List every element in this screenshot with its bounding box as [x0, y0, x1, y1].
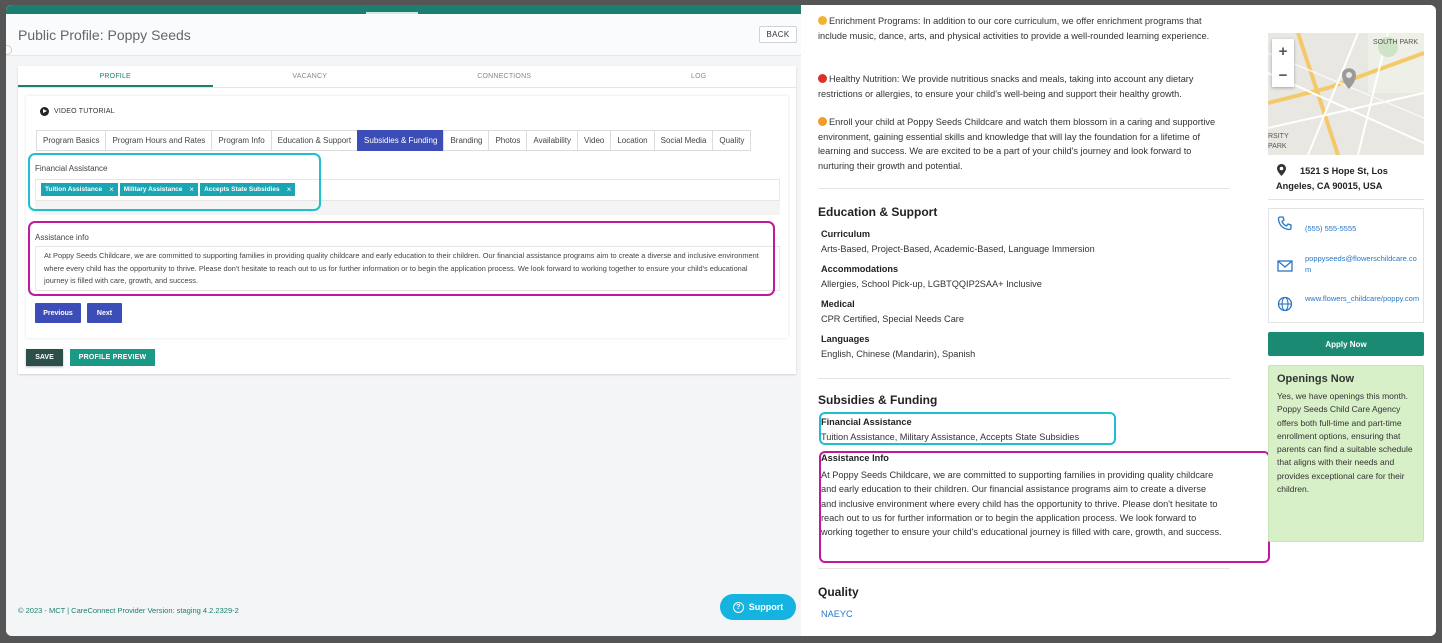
map-label-south-park: SOUTH PARK: [1373, 39, 1418, 46]
enrichment-text: Enrichment Programs: In addition to our …: [818, 16, 1210, 41]
phone-icon: [1277, 216, 1292, 231]
medical-value: CPR Certified, Special Needs Care: [821, 314, 964, 324]
help-icon: ?: [732, 601, 744, 613]
phone-link[interactable]: (555) 555-5555: [1305, 223, 1421, 234]
openings-title: Openings Now: [1277, 373, 1354, 385]
zoom-out-icon[interactable]: −: [1279, 67, 1288, 84]
subsidies-funding-heading: Subsidies & Funding: [818, 393, 938, 407]
location-map[interactable]: SOUTH PARK RSITY PARK + −: [1268, 33, 1424, 155]
tab-program-basics[interactable]: Program Basics: [36, 130, 106, 151]
tab-photos[interactable]: Photos: [488, 130, 527, 151]
profile-form: VIDEO TUTORIAL Program Basics Program Ho…: [26, 96, 788, 338]
tab-social-media[interactable]: Social Media: [653, 130, 713, 151]
financial-assistance-highlight: [819, 412, 1116, 445]
financial-assistance-highlight: [28, 153, 321, 211]
tab-program-hours-rates[interactable]: Program Hours and Rates: [105, 130, 212, 151]
curriculum-value: Arts-Based, Project-Based, Academic-Base…: [821, 244, 1095, 254]
languages-value: English, Chinese (Mandarin), Spanish: [821, 349, 976, 359]
enroll-text: Enroll your child at Poppy Seeds Childca…: [818, 117, 1216, 171]
enroll-paragraph: Enroll your child at Poppy Seeds Childca…: [818, 115, 1220, 173]
play-icon: [40, 107, 49, 116]
section-tabs: Program Basics Program Hours and Rates P…: [36, 130, 752, 151]
email-link[interactable]: poppyseeds@flowerschildcare.com: [1305, 253, 1421, 275]
tab-availability[interactable]: Availability: [526, 130, 578, 151]
tab-video[interactable]: Video: [577, 130, 611, 151]
divider: [818, 188, 1230, 189]
tab-profile[interactable]: PROFILE: [18, 66, 213, 87]
next-button[interactable]: Next: [87, 303, 122, 323]
nutrition-text: Healthy Nutrition: We provide nutritious…: [818, 74, 1194, 99]
accommodations-label: Accommodations: [821, 264, 899, 274]
tab-program-info[interactable]: Program Info: [211, 130, 271, 151]
accommodations-value: Allergies, School Pick-up, LGBTQQIP2SAA+…: [821, 279, 1042, 289]
star-icon: [818, 117, 827, 126]
back-button[interactable]: BACK: [759, 26, 797, 43]
divider: [818, 378, 1230, 379]
apply-now-button[interactable]: Apply Now: [1268, 332, 1424, 356]
assistance-info-highlight: [28, 221, 775, 296]
address-text: 1521 S Hope St, Los Angeles, CA 90015, U…: [1276, 166, 1388, 191]
assistance-info-highlight: [819, 451, 1270, 563]
map-label-rsity: RSITY: [1268, 133, 1289, 140]
tab-vacancy[interactable]: VACANCY: [213, 66, 408, 87]
map-label-park: PARK: [1268, 143, 1287, 150]
map-zoom-control: + −: [1272, 39, 1294, 87]
education-support-heading: Education & Support: [818, 205, 938, 219]
medical-label: Medical: [821, 299, 855, 309]
app-window: Public Profile: Poppy Seeds BACK PROFILE…: [6, 5, 1436, 636]
top-app-bar: [6, 5, 801, 14]
page-title: Public Profile: Poppy Seeds: [18, 27, 191, 43]
quality-heading: Quality: [818, 585, 859, 599]
tab-subsidies-funding[interactable]: Subsidies & Funding: [357, 130, 444, 151]
tab-connections[interactable]: CONNECTIONS: [407, 66, 602, 87]
lightbulb-icon: [818, 16, 827, 25]
tab-quality[interactable]: Quality: [712, 130, 752, 151]
tab-branding[interactable]: Branding: [443, 130, 489, 151]
profile-card: PROFILE VACANCY CONNECTIONS LOG VIDEO TU…: [18, 66, 796, 374]
video-tutorial-label: VIDEO TUTORIAL: [54, 108, 115, 115]
profile-editor-panel: Public Profile: Poppy Seeds BACK PROFILE…: [6, 5, 801, 636]
apple-icon: [818, 74, 827, 83]
enrichment-paragraph: Enrichment Programs: In addition to our …: [818, 14, 1220, 43]
curriculum-label: Curriculum: [821, 229, 871, 239]
quality-naeyc-link[interactable]: NAEYC: [821, 609, 853, 619]
website-link[interactable]: www.flowers_childcare/poppy.com: [1305, 293, 1421, 304]
languages-label: Languages: [821, 334, 870, 344]
divider: [818, 568, 1230, 569]
openings-text: Yes, we have openings this month. Poppy …: [1277, 391, 1413, 495]
openings-now-box: Openings Now Yes, we have openings this …: [1268, 365, 1424, 542]
save-button[interactable]: SAVE: [26, 349, 63, 366]
contact-card: (555) 555-5555 poppyseeds@flowerschildca…: [1268, 208, 1424, 323]
footer-version: © 2023 - MCT | CareConnect Provider Vers…: [18, 606, 239, 615]
previous-button[interactable]: Previous: [35, 303, 81, 323]
tab-log[interactable]: LOG: [602, 66, 797, 87]
zoom-in-icon[interactable]: +: [1279, 43, 1288, 60]
nutrition-paragraph: Healthy Nutrition: We provide nutritious…: [818, 72, 1220, 101]
support-label: Support: [748, 602, 784, 612]
address-row: 1521 S Hope St, Los Angeles, CA 90015, U…: [1268, 158, 1424, 200]
page-header: Public Profile: Poppy Seeds BACK: [6, 14, 801, 56]
profile-preview-button[interactable]: PROFILE PREVIEW: [70, 349, 155, 366]
main-tabs: PROFILE VACANCY CONNECTIONS LOG: [18, 66, 796, 88]
tab-education-support[interactable]: Education & Support: [270, 130, 358, 151]
support-button[interactable]: ? Support: [720, 594, 796, 620]
profile-preview-panel: Enrichment Programs: In addition to our …: [801, 5, 1436, 636]
tab-location[interactable]: Location: [610, 130, 654, 151]
globe-icon: [1277, 296, 1293, 312]
video-tutorial-link[interactable]: VIDEO TUTORIAL: [40, 107, 115, 116]
mail-icon: [1277, 260, 1293, 272]
